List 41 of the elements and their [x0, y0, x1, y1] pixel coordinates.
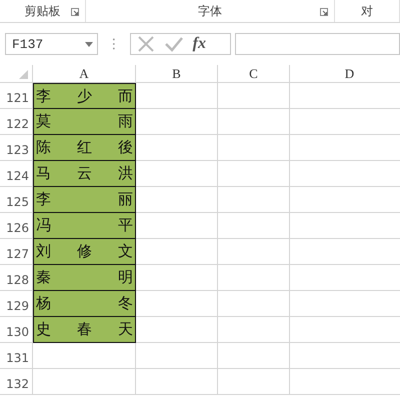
table-cell	[218, 265, 290, 291]
table-cell: 李丽	[33, 187, 136, 213]
table-cell: 刘修文	[33, 239, 136, 265]
table-cell	[218, 187, 290, 213]
table-cell: 李少而	[33, 83, 136, 109]
row-header[interactable]: 131	[0, 343, 33, 369]
select-all-corner[interactable]	[0, 65, 33, 83]
table-cell	[218, 291, 290, 317]
name-box[interactable]: F137	[5, 33, 98, 55]
column-header[interactable]: D	[290, 65, 400, 83]
table-cell	[218, 317, 290, 343]
insert-function-button[interactable]: fx	[192, 35, 206, 53]
table-cell	[218, 343, 290, 369]
column-header[interactable]: C	[218, 65, 290, 83]
table-cell: 马云洪	[33, 161, 136, 187]
triangle-icon[interactable]	[19, 70, 28, 79]
ribbon-group-label: 字体	[198, 2, 222, 20]
table-cell	[218, 161, 290, 187]
dialog-launcher-icon[interactable]	[71, 8, 79, 16]
table-cell	[218, 239, 290, 265]
ribbon-group-label: 剪贴板	[24, 2, 60, 20]
table-cell	[218, 369, 290, 395]
table-cell	[218, 83, 290, 109]
table-cell: 秦明	[33, 265, 136, 291]
formula-input[interactable]	[235, 33, 400, 55]
table-cell	[218, 135, 290, 161]
table-cell: 冯平	[33, 213, 136, 239]
cancel-icon[interactable]	[136, 35, 155, 53]
table-cell: 陈红後	[33, 135, 136, 161]
table-cell	[218, 213, 290, 239]
table-cell	[218, 109, 290, 135]
dialog-launcher-icon[interactable]	[320, 8, 328, 16]
grip-icon	[112, 37, 116, 51]
ribbon-group-label: 对	[361, 2, 373, 20]
row-header[interactable]: 132	[0, 369, 33, 395]
table-cell: 杨冬	[33, 291, 136, 317]
column-header[interactable]: B	[136, 65, 218, 83]
check-icon[interactable]	[164, 35, 183, 53]
dropdown-arrow-icon[interactable]	[85, 42, 93, 46]
table-cell: 莫雨	[33, 109, 136, 135]
table-cell: 史春天	[33, 317, 136, 343]
